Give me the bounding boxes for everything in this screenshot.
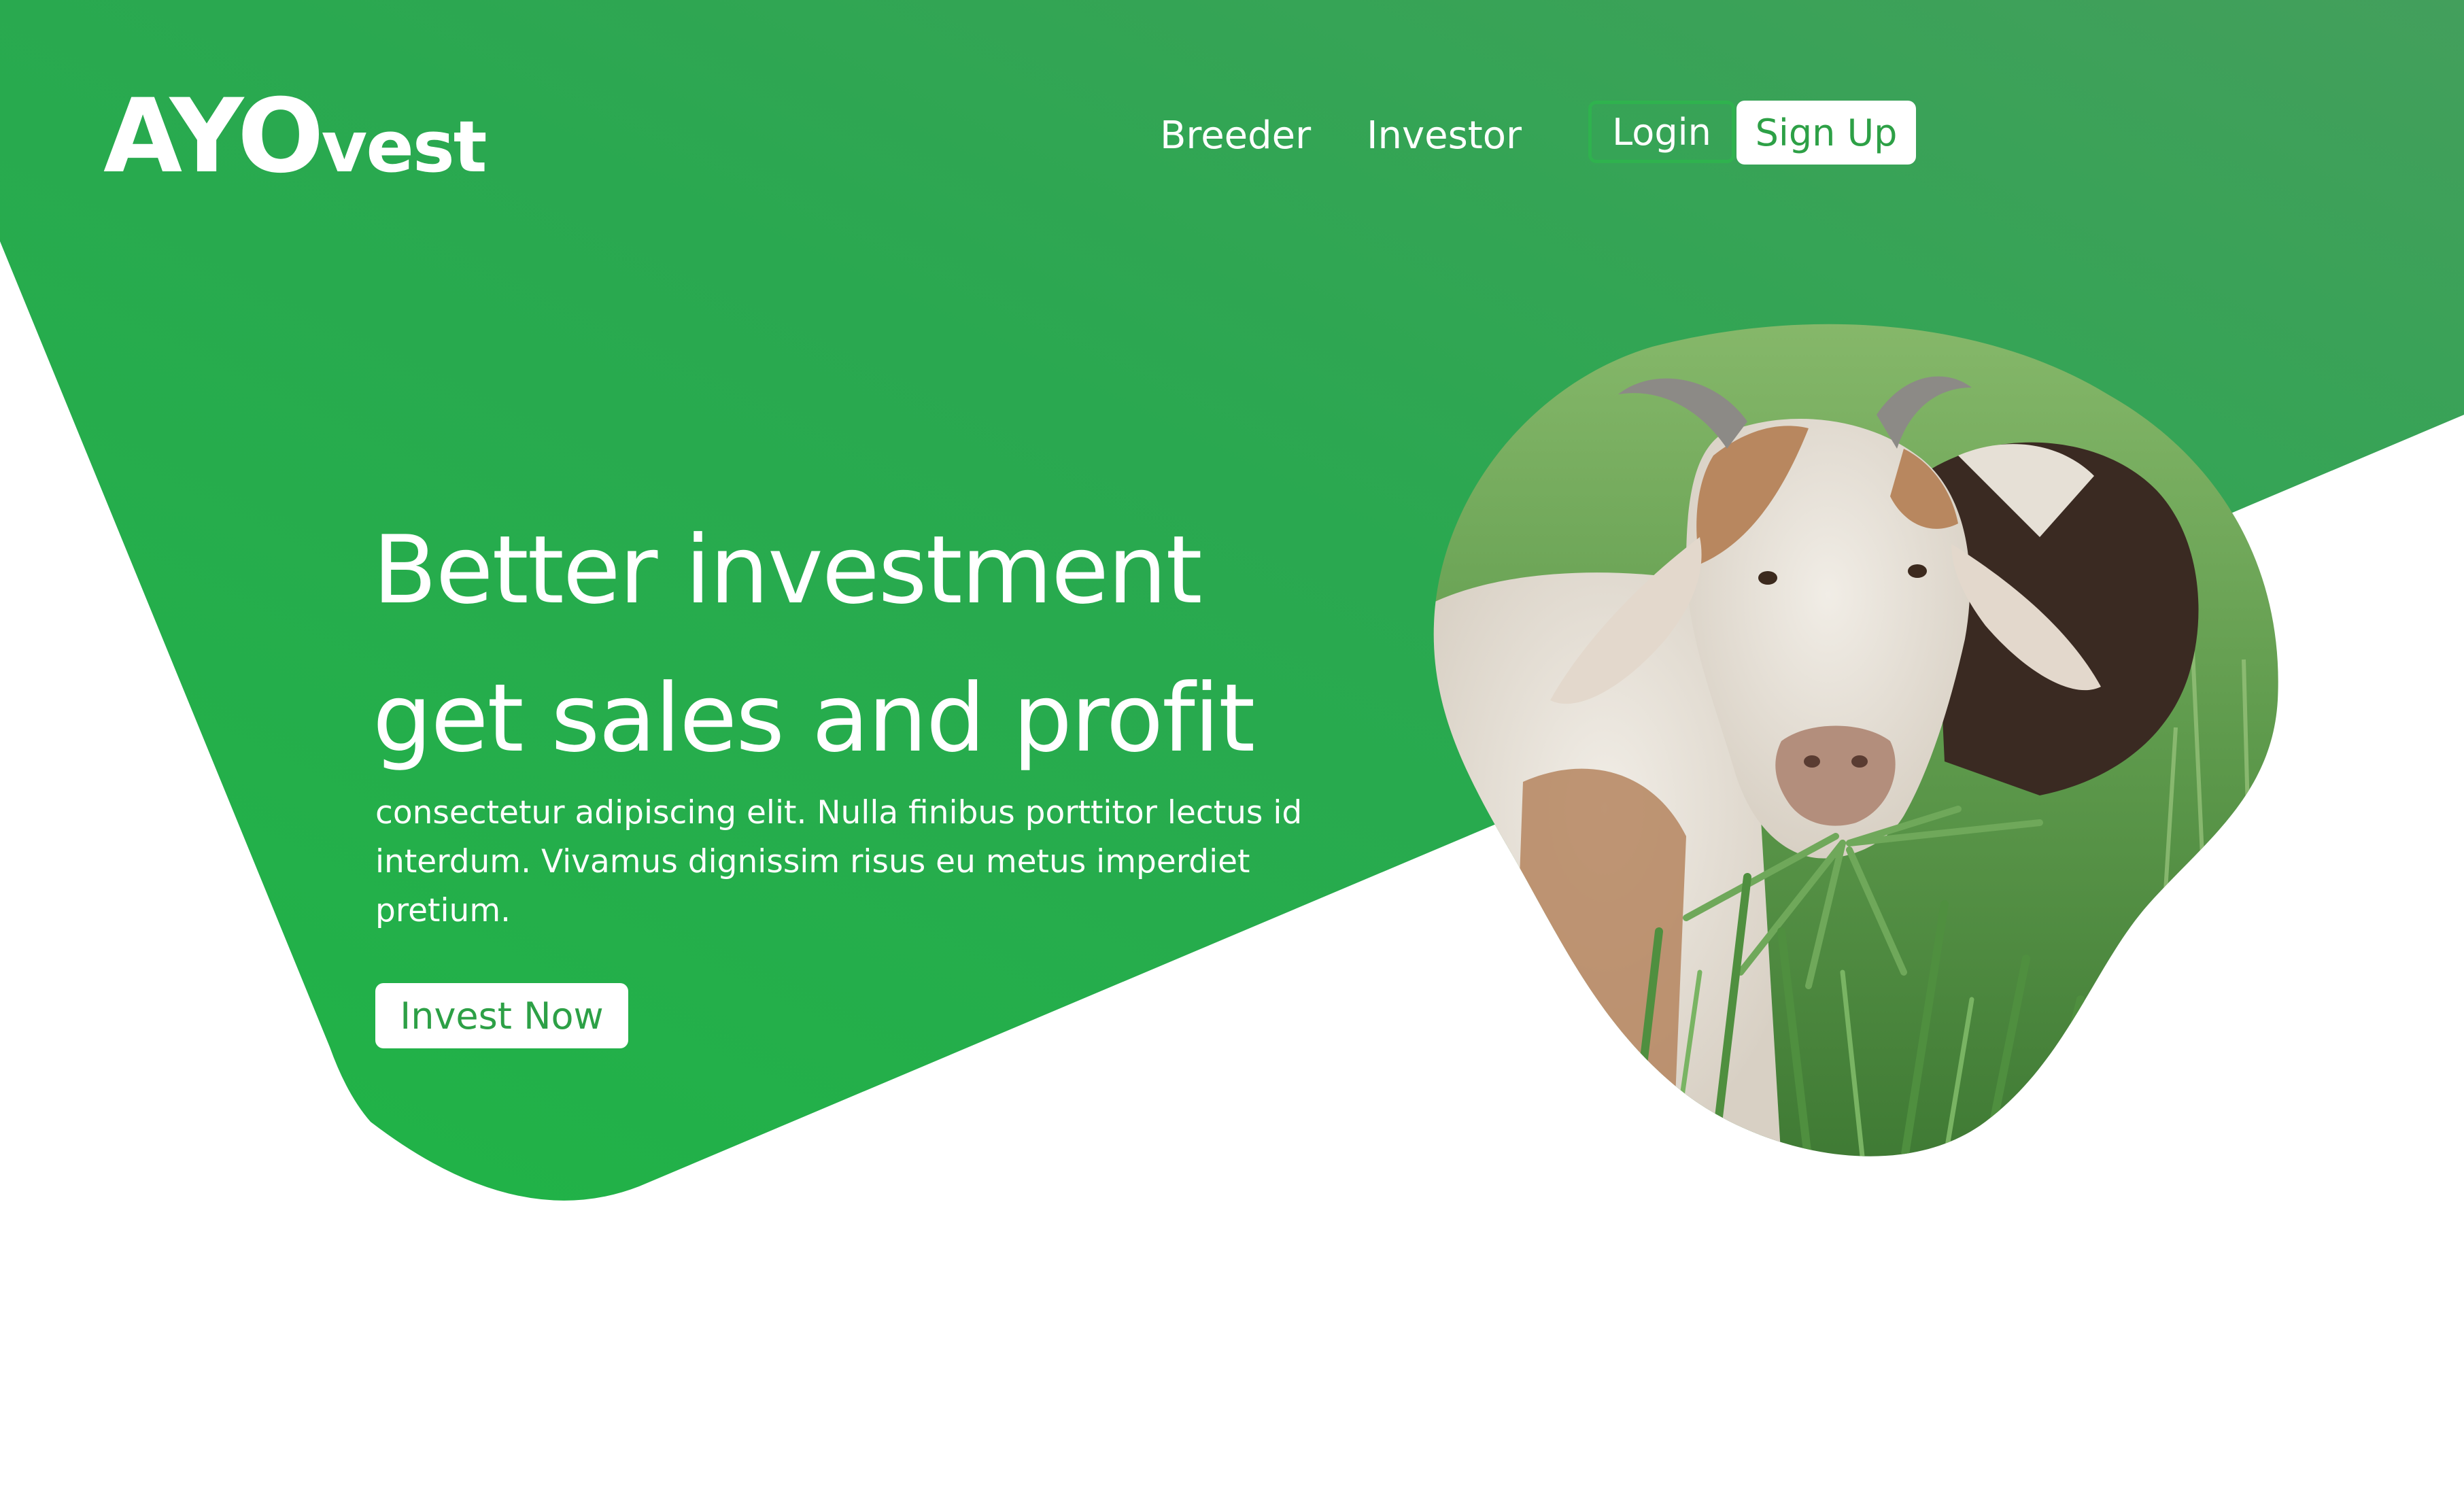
- hero-headline-line-2: get sales and profit: [373, 664, 1255, 773]
- hero-description: consectetur adipiscing elit. Nulla finib…: [375, 794, 1303, 929]
- hero-headline: Better investment get sales and profit: [373, 496, 1255, 793]
- signup-button-label: Sign Up: [1755, 111, 1898, 154]
- invest-now-button[interactable]: Invest Now: [375, 983, 628, 1048]
- logo-main-text: AYO: [103, 78, 324, 196]
- invest-now-button-label: Invest Now: [400, 994, 604, 1037]
- hero-headline-line-1: Better investment: [373, 515, 1203, 625]
- login-button[interactable]: Login: [1588, 101, 1735, 163]
- login-button-label: Login: [1612, 110, 1711, 154]
- brand-logo[interactable]: AYOvest: [103, 86, 487, 188]
- logo-sub-text: vest: [321, 105, 487, 188]
- landing-page: AYOvest Breeder Investor Login Sign Up B…: [0, 0, 2464, 1493]
- goat-photo: [1433, 324, 2278, 1156]
- signup-button[interactable]: Sign Up: [1736, 101, 1916, 165]
- nav-link-breeder[interactable]: Breeder: [1160, 109, 1311, 163]
- nav-link-investor[interactable]: Investor: [1367, 109, 1522, 163]
